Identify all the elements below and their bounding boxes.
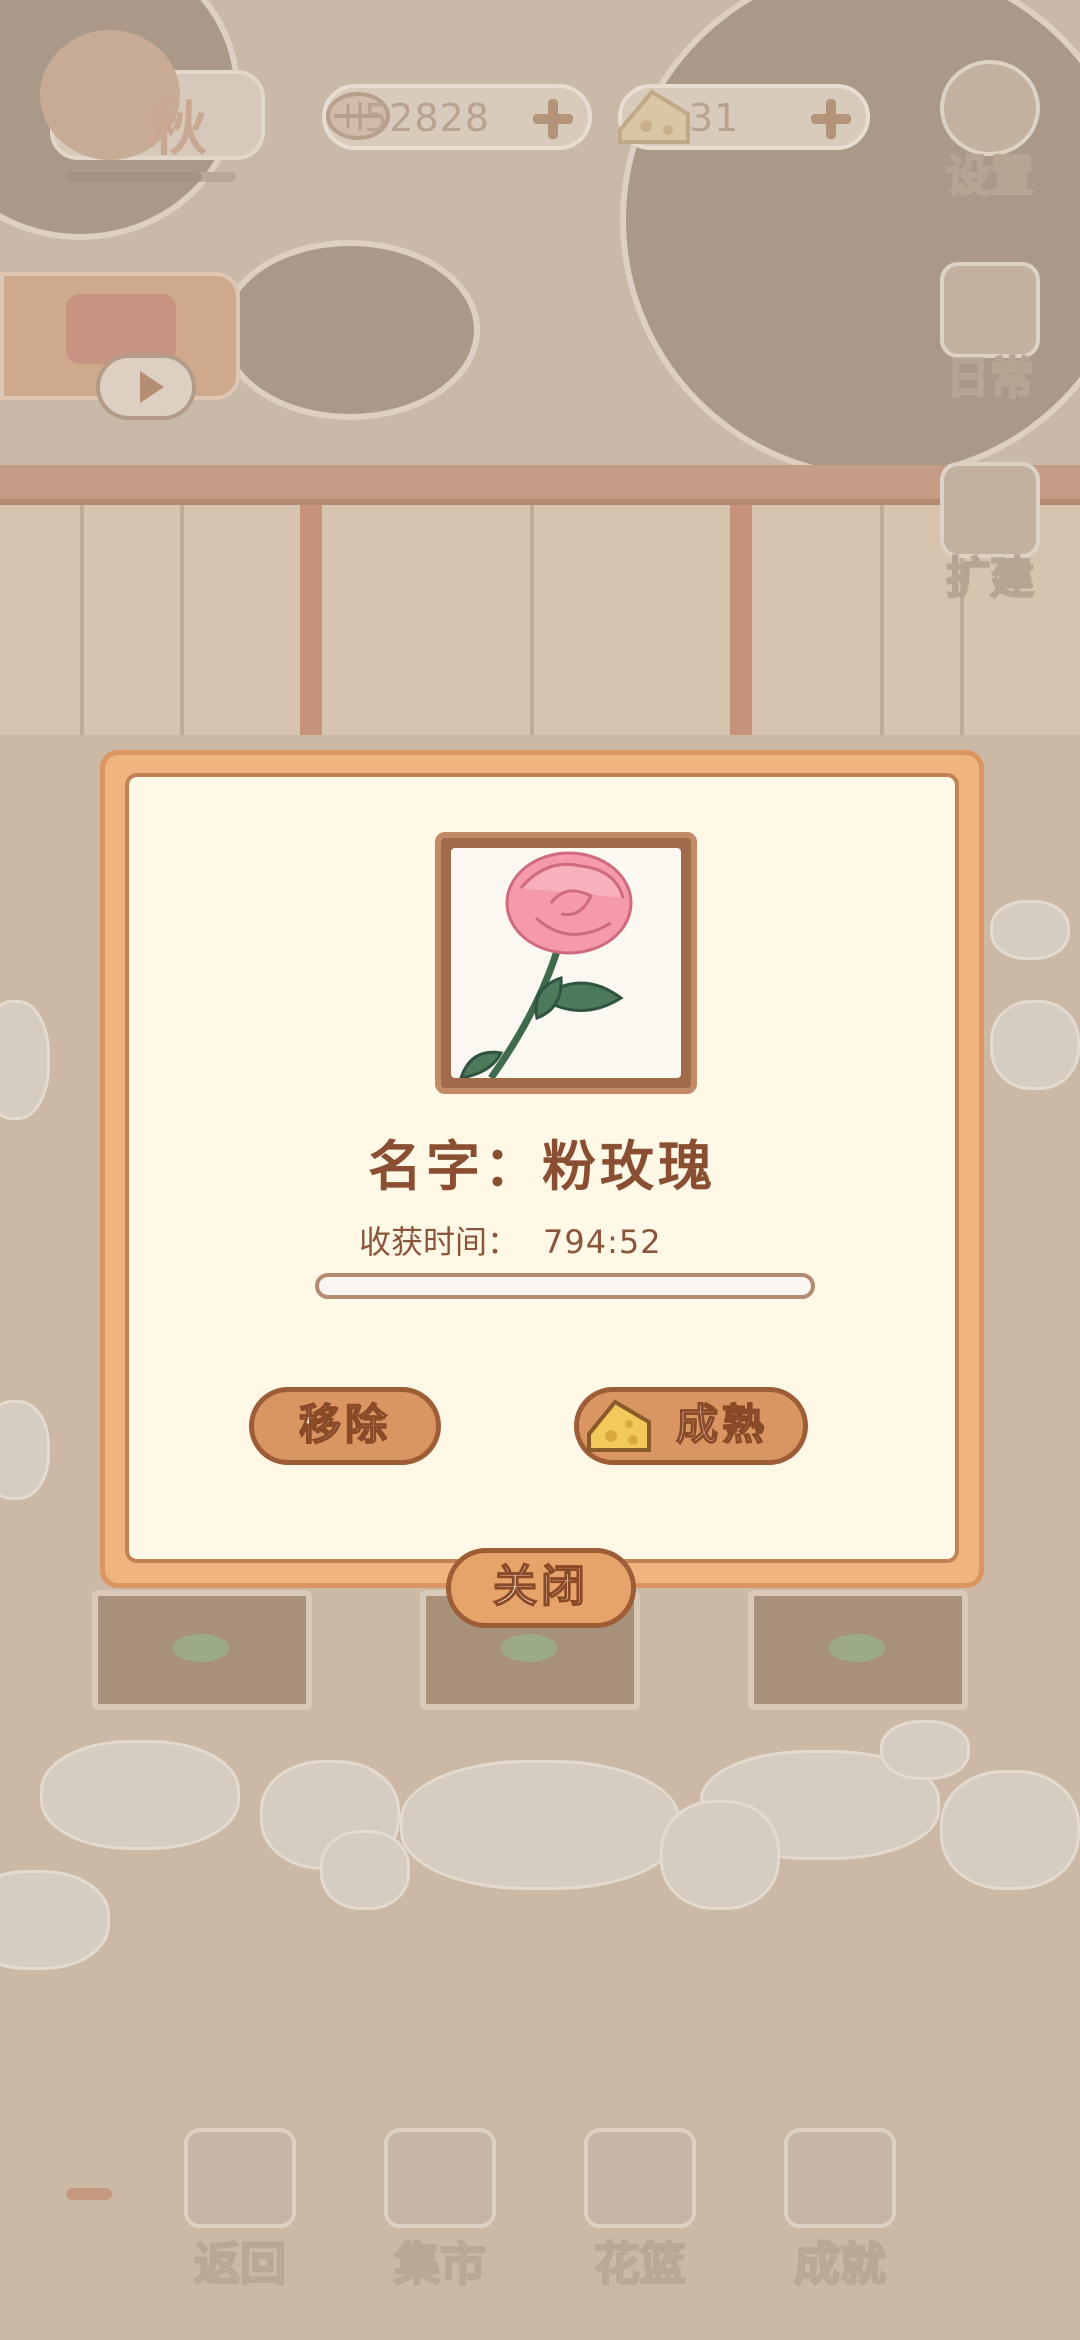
nav-item-market[interactable]: 集市 bbox=[370, 2128, 510, 2298]
settings-label: 设置 bbox=[945, 150, 1035, 203]
close-button[interactable]: 关闭 bbox=[446, 1548, 636, 1628]
stone bbox=[400, 1760, 680, 1890]
bush-silhouette bbox=[220, 240, 480, 420]
season-badge[interactable]: 秋 bbox=[40, 30, 265, 182]
ripen-label: 成熟 bbox=[675, 1399, 768, 1450]
fish-amount: 52828 bbox=[364, 96, 490, 140]
window-icon bbox=[184, 2128, 296, 2228]
stone bbox=[990, 1000, 1080, 1090]
remove-button[interactable]: 移除 bbox=[249, 1387, 441, 1465]
nav-label: 返回 bbox=[193, 2236, 287, 2292]
cheese-currency: 31 bbox=[618, 84, 870, 150]
sprout-icon bbox=[501, 1634, 557, 1662]
flower-picture bbox=[451, 848, 681, 1078]
nav-label: 成就 bbox=[793, 2236, 887, 2292]
fence-rail bbox=[0, 465, 1080, 505]
flower-name: 名字：粉玫瑰 bbox=[368, 1135, 716, 1198]
stone bbox=[320, 1830, 410, 1910]
stone bbox=[660, 1800, 780, 1910]
flower-basket-icon bbox=[584, 2128, 696, 2228]
fence bbox=[0, 505, 1080, 735]
season-progress-bar bbox=[66, 172, 236, 182]
harvest-progress-bar bbox=[315, 1273, 815, 1299]
garden-plot[interactable] bbox=[748, 1590, 968, 1710]
dialog-panel: 名字：粉玫瑰 收获时间： 794:52 移除 成熟 bbox=[125, 773, 959, 1563]
watering-video-button[interactable] bbox=[0, 272, 240, 420]
fence-post bbox=[730, 505, 752, 745]
flower-image-frame bbox=[435, 832, 697, 1094]
stone bbox=[880, 1720, 970, 1780]
flower-info-dialog: 名字：粉玫瑰 收获时间： 794:52 移除 成熟 bbox=[100, 750, 984, 1588]
cheese-icon bbox=[587, 1399, 651, 1452]
add-fish-icon[interactable] bbox=[530, 97, 574, 141]
garden-plot[interactable] bbox=[92, 1590, 312, 1710]
nav-item-flower-basket[interactable]: 花篮 bbox=[570, 2128, 710, 2298]
bottom-nav: 返回 集市 花篮 成就 bbox=[0, 2110, 1080, 2310]
fence-post bbox=[300, 505, 322, 745]
stone bbox=[940, 1770, 1080, 1890]
nav-label: 花篮 bbox=[593, 2236, 687, 2292]
trophy-icon bbox=[784, 2128, 896, 2228]
expand-label: 扩建 bbox=[945, 552, 1035, 605]
season-progress-fill bbox=[66, 172, 202, 182]
sprout-icon bbox=[829, 1634, 885, 1662]
ripen-button[interactable]: 成熟 bbox=[574, 1387, 808, 1465]
expand-button[interactable]: 扩建 bbox=[930, 462, 1050, 605]
add-cheese-icon[interactable] bbox=[808, 97, 852, 141]
sprout-icon bbox=[173, 1634, 229, 1662]
settings-button[interactable]: 设置 bbox=[930, 60, 1050, 203]
season-label: 秋 bbox=[149, 95, 208, 163]
harvest-time-row: 收获时间： 794:52 bbox=[359, 1217, 662, 1263]
nav-item-back[interactable]: 返回 bbox=[170, 2128, 310, 2298]
pink-rose-icon bbox=[459, 851, 633, 1078]
stone bbox=[990, 900, 1070, 960]
cheese-amount: 31 bbox=[688, 96, 740, 140]
harvest-time-label: 收获时间： bbox=[359, 1223, 520, 1261]
nav-indicator bbox=[66, 2188, 112, 2200]
harvest-time-value: 794:52 bbox=[543, 1223, 662, 1261]
nav-item-achievements[interactable]: 成就 bbox=[770, 2128, 910, 2298]
fish-currency: 52828 bbox=[322, 84, 592, 150]
daily-button[interactable]: 日常 bbox=[930, 262, 1050, 405]
market-stall-icon bbox=[384, 2128, 496, 2228]
nav-label: 集市 bbox=[393, 2236, 487, 2292]
stone bbox=[40, 1740, 240, 1850]
play-icon bbox=[96, 354, 196, 420]
daily-label: 日常 bbox=[945, 352, 1035, 405]
